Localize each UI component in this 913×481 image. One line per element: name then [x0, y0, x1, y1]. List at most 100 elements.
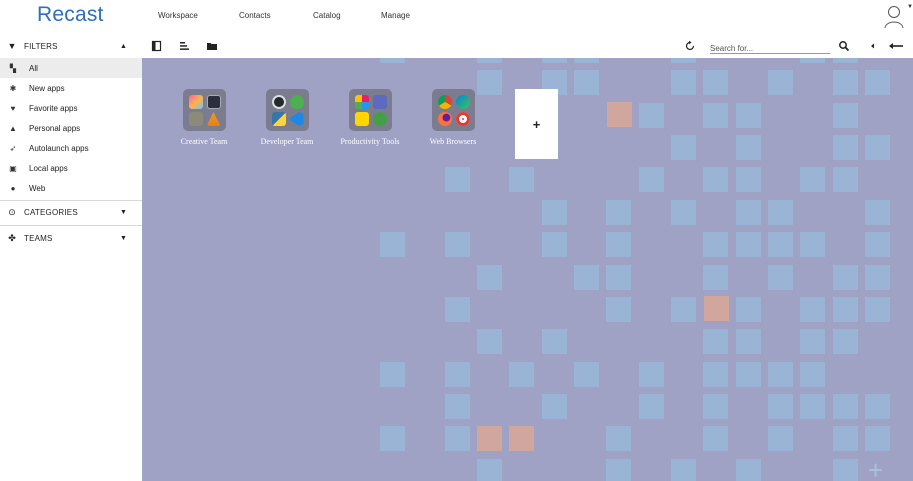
background-tile	[542, 232, 567, 257]
categories-section-header[interactable]: ⊙ CATEGORIES ▼	[0, 201, 142, 223]
nav-contacts[interactable]: Contacts	[239, 11, 271, 20]
folder-icon-box	[431, 89, 475, 131]
app-logo[interactable]: Recast	[37, 3, 104, 27]
grid-icon: ▚	[9, 63, 17, 73]
background-tile	[736, 362, 761, 387]
background-tile	[833, 329, 858, 354]
folder-icon-box	[182, 89, 226, 131]
background-tile	[703, 70, 728, 95]
background-tile	[736, 329, 761, 354]
background-tile	[445, 167, 470, 192]
user-menu-caret-icon[interactable]: ▼	[907, 4, 913, 10]
user-account-icon[interactable]	[884, 5, 904, 29]
background-tile	[800, 58, 825, 63]
divider	[0, 225, 142, 226]
background-tile	[768, 265, 793, 290]
filter-item-local-apps[interactable]: ▣ Local apps	[0, 158, 142, 178]
background-tile	[833, 58, 858, 63]
nav-workspace[interactable]: Workspace	[158, 11, 198, 20]
workspace-canvas[interactable]: Creative Team Developer Team Productivit…	[142, 58, 913, 481]
background-tile	[768, 200, 793, 225]
teams-section-header[interactable]: ✤ TEAMS ▼	[0, 227, 142, 249]
filter-item-all[interactable]: ▚ All	[0, 58, 142, 78]
folder-productivity-tools[interactable]: Productivity Tools	[330, 89, 410, 146]
teams-label: TEAMS	[24, 233, 53, 243]
background-tile	[445, 232, 470, 257]
background-tile	[639, 103, 664, 128]
filters-section-header[interactable]: ▼ FILTERS ▲	[0, 35, 142, 57]
background-tile	[380, 58, 405, 63]
background-tile-accent	[477, 426, 502, 451]
filter-label: Web	[29, 183, 46, 193]
background-tile	[736, 459, 761, 481]
sparkle-icon: ✱	[9, 83, 17, 93]
background-tile	[833, 426, 858, 451]
refresh-icon[interactable]	[684, 40, 696, 52]
background-tile	[380, 426, 405, 451]
mongodb-icon	[289, 95, 304, 109]
background-tile-accent	[704, 296, 729, 321]
background-tile	[445, 426, 470, 451]
filter-label: Favorite apps	[29, 103, 78, 113]
background-tile	[833, 70, 858, 95]
list-view-icon[interactable]	[179, 40, 191, 52]
background-tile	[768, 362, 793, 387]
background-tile	[477, 265, 502, 290]
filter-funnel-icon: ▼	[7, 41, 17, 51]
nav-manage[interactable]: Manage	[381, 11, 410, 20]
sidebar: ▼ FILTERS ▲ ▚ All ✱ New apps ♥ Favorite …	[0, 35, 142, 481]
nav-catalog[interactable]: Catalog	[313, 11, 341, 20]
background-tile	[477, 58, 502, 63]
background-tile	[703, 329, 728, 354]
gimp-icon	[188, 112, 203, 126]
background-tile	[703, 232, 728, 257]
folder-creative-team[interactable]: Creative Team	[164, 89, 244, 146]
filter-item-personal-apps[interactable]: ▲ Personal apps	[0, 118, 142, 138]
filter-item-web[interactable]: ● Web	[0, 178, 142, 198]
background-tile	[800, 232, 825, 257]
caret-left-icon[interactable]	[867, 40, 879, 52]
background-tile	[800, 167, 825, 192]
corner-plus-icon[interactable]: +	[868, 455, 883, 481]
background-tile	[509, 426, 534, 451]
background-tile	[639, 362, 664, 387]
collapse-caret-icon[interactable]: ▲	[120, 43, 127, 50]
background-tile	[703, 426, 728, 451]
monitor-icon: ▣	[9, 163, 17, 173]
search-field[interactable]	[710, 38, 830, 56]
background-tile	[865, 394, 890, 419]
filter-item-autolaunch-apps[interactable]: ➶ Autolaunch apps	[0, 138, 142, 158]
vscode-icon	[289, 112, 304, 126]
background-tile	[833, 103, 858, 128]
filter-item-new-apps[interactable]: ✱ New apps	[0, 78, 142, 98]
expand-caret-icon[interactable]: ▼	[120, 209, 127, 216]
workspace-toolbar	[142, 35, 913, 58]
folder-icon[interactable]	[206, 40, 218, 52]
firefox-icon	[437, 112, 452, 126]
github-icon	[271, 95, 286, 109]
folder-web-browsers[interactable]: Web Browsers	[413, 89, 493, 146]
panel-toggle-icon[interactable]	[151, 40, 163, 52]
folder-name: Productivity Tools	[340, 137, 400, 146]
folder-icon-box	[265, 89, 309, 131]
background-tile	[671, 135, 696, 160]
background-tile	[768, 232, 793, 257]
collapse-panel-icon[interactable]	[888, 40, 904, 52]
filters-label: FILTERS	[24, 41, 58, 51]
background-tile	[703, 103, 728, 128]
add-folder-button[interactable]: +	[515, 89, 558, 159]
background-tile	[574, 362, 599, 387]
background-tile	[736, 167, 761, 192]
background-tile	[574, 265, 599, 290]
folder-developer-team[interactable]: Developer Team	[247, 89, 327, 146]
background-tile-accent	[607, 102, 632, 127]
search-input[interactable]	[710, 41, 830, 56]
rocket-icon: ➶	[9, 143, 17, 153]
background-tile	[800, 297, 825, 322]
filter-item-favorite-apps[interactable]: ♥ Favorite apps	[0, 98, 142, 118]
folder-name: Developer Team	[260, 137, 314, 146]
search-icon[interactable]	[838, 40, 850, 52]
inkscape-icon	[206, 95, 221, 109]
expand-caret-icon[interactable]: ▼	[120, 235, 127, 242]
teams-app-icon	[372, 95, 387, 109]
